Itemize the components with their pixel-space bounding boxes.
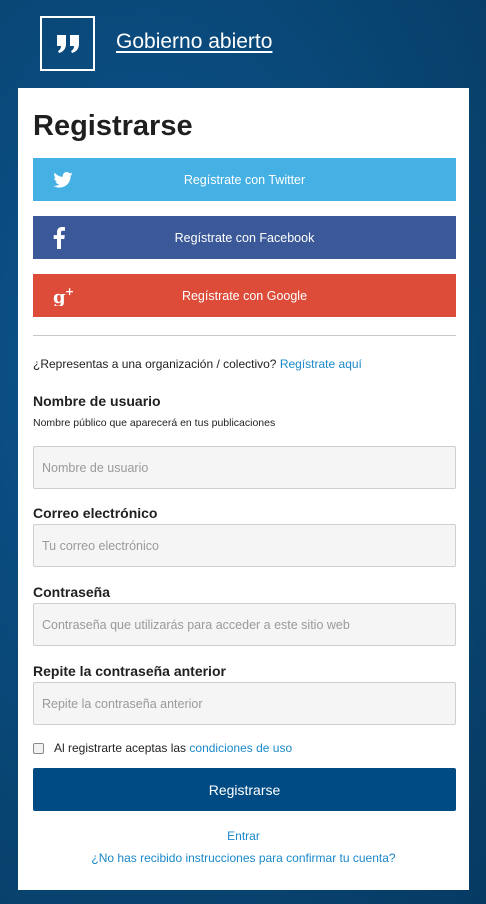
facebook-icon xyxy=(53,216,65,259)
username-input[interactable] xyxy=(33,446,456,489)
organization-prompt: ¿Representas a una organización / colect… xyxy=(33,357,362,371)
terms-link[interactable]: condiciones de uso xyxy=(189,741,292,755)
terms-row: Al registrarte aceptas las condiciones d… xyxy=(33,740,292,756)
google-signup-label: Regístrate con Google xyxy=(181,288,308,303)
username-help: Nombre público que aparecerá en tus publ… xyxy=(33,417,276,429)
twitter-icon xyxy=(53,158,73,201)
password-input[interactable] xyxy=(33,603,456,646)
google-signup-button[interactable]: g + Regístrate con Google xyxy=(33,274,456,317)
confirm-instructions-link[interactable]: ¿No has recibido instrucciones para conf… xyxy=(91,851,395,865)
organization-text: ¿Representas a una organización / colect… xyxy=(33,357,277,371)
facebook-signup-label: Regístrate con Facebook xyxy=(174,230,315,245)
site-header: Gobierno abierto xyxy=(0,0,486,88)
site-title-link[interactable]: Gobierno abierto xyxy=(116,30,272,54)
confirm-instructions-row: ¿No has recibido instrucciones para conf… xyxy=(18,851,469,865)
password-confirm-label: Repite la contraseña anterior xyxy=(33,663,226,679)
logo[interactable] xyxy=(40,16,95,71)
google-plus-icon: g + xyxy=(53,274,77,317)
email-input[interactable] xyxy=(33,524,456,567)
register-submit-button[interactable]: Registrarse xyxy=(33,768,456,811)
divider xyxy=(33,335,456,336)
username-label: Nombre de usuario xyxy=(33,393,161,409)
page-title: Registrarse xyxy=(33,110,193,142)
facebook-signup-button[interactable]: Regístrate con Facebook xyxy=(33,216,456,259)
terms-checkbox[interactable] xyxy=(33,742,44,754)
password-confirm-input[interactable] xyxy=(33,682,456,725)
password-label: Contraseña xyxy=(33,584,111,600)
twitter-signup-label: Regístrate con Twitter xyxy=(183,172,306,187)
svg-text:+: + xyxy=(65,286,74,298)
twitter-signup-button[interactable]: Regístrate con Twitter xyxy=(33,158,456,201)
signin-row: Entrar xyxy=(18,829,469,843)
registration-card: Registrarse Regístrate con Twitter Regís… xyxy=(18,88,469,890)
terms-text: Al registrarte aceptas las xyxy=(54,741,187,755)
email-label: Correo electrónico xyxy=(33,505,158,521)
signin-link[interactable]: Entrar xyxy=(227,829,260,843)
organization-register-link[interactable]: Regístrate aquí xyxy=(280,357,362,371)
quote-icon xyxy=(56,34,79,53)
